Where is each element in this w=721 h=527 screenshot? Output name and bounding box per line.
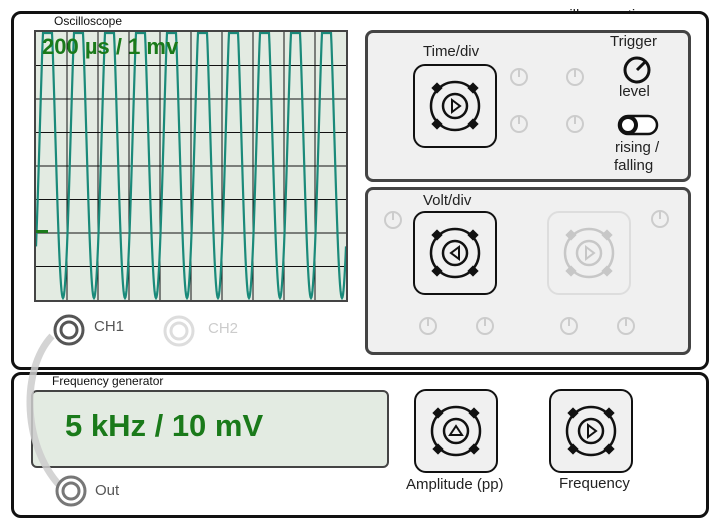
trigger-edge-toggle[interactable] [617,114,659,136]
ch2-connector-icon[interactable] [162,314,196,348]
amplitude-knob[interactable] [414,389,498,473]
inactive-knob-icon [476,317,494,335]
inactive-knob-icon [566,68,584,86]
trigger-title: Trigger [610,33,657,50]
ch2-volt-div-knob [547,211,631,295]
inactive-knob-icon [617,317,635,335]
inactive-knob-icon [651,210,669,228]
knob-right-icon [565,405,617,457]
volt-div-knob[interactable] [413,211,497,295]
trigger-level-label: level [619,83,650,100]
trigger-marker [36,230,48,233]
inactive-knob-icon [560,317,578,335]
volt-div-label: Volt/div [423,192,472,209]
out-label: Out [95,482,120,499]
inactive-knob-icon [510,68,528,86]
trigger-edge-label-2: falling [614,157,654,174]
amplitude-label: Amplitude (pp) [406,476,504,493]
inactive-knob-icon [510,115,528,133]
knob-left-icon [429,227,481,279]
trigger-edge-label-1: rising / [615,139,660,156]
inactive-knob-icon [384,211,402,229]
generator-readout: 5 kHz / 10 mV [65,408,264,443]
oscilloscope-screen: 200 µs / 1 mv [34,30,348,302]
frequency-label: Frequency [559,475,630,492]
knob-up-icon [430,405,482,457]
frequency-knob[interactable] [549,389,633,473]
waveform-display [36,32,346,300]
time-div-label: Time/div [423,43,480,60]
scope-readout: 200 µs / 1 mv [42,34,179,59]
trigger-level-knob-icon[interactable] [622,55,652,85]
inactive-knob-icon [419,317,437,335]
ch1-connector-icon[interactable] [52,313,86,347]
ch1-label: CH1 [94,318,125,335]
time-div-knob[interactable] [413,64,497,148]
knob-right-icon [563,227,615,279]
generator-display: 5 kHz / 10 mV [31,390,389,468]
oscilloscope-title: Oscilloscope [54,14,123,28]
knob-right-icon [429,80,481,132]
out-connector-icon[interactable] [54,474,88,508]
inactive-knob-icon [566,115,584,133]
ch2-label: CH2 [208,320,239,337]
generator-title: Frequency generator [52,374,164,388]
